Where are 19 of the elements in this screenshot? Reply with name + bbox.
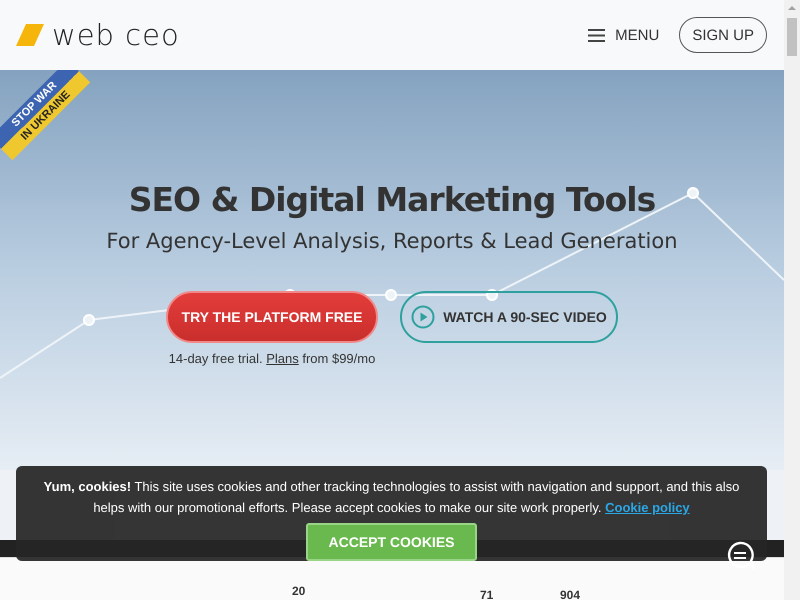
sign-up-button[interactable]: SIGN UP: [679, 17, 767, 53]
hero-title: SEO & Digital Marketing Tools: [128, 180, 656, 219]
scrollbar[interactable]: [784, 0, 800, 600]
try-platform-button[interactable]: TRY THE PLATFORM FREE: [166, 291, 378, 343]
metric-value: 71: [480, 588, 494, 600]
logo-text[interactable]: web ceo: [52, 18, 180, 52]
cookie-notice: Yum, cookies! This site uses cookies and other tracking technologies to assist with navigation and support, and this also helps with our promotional efforts. Please accept cookies to make our site work properly. Cookie policy: [42, 478, 740, 517]
logo-icon: [16, 24, 44, 46]
menu-button[interactable]: MENU: [584, 22, 664, 48]
trial-note: 14-day free trial. Plans from $99/mo: [168, 351, 376, 366]
watch-video-button[interactable]: WATCH A 90-SEC VIDEO: [400, 291, 618, 343]
play-icon: [411, 305, 436, 329]
metric-value: 904: [560, 588, 580, 600]
scroll-thumb[interactable]: [787, 18, 797, 56]
plans-link[interactable]: Plans: [266, 351, 299, 366]
menu-icon: [588, 28, 606, 42]
hero-subtitle: For Agency-Level Analysis, Reports & Lead Generation: [106, 229, 678, 253]
cookie-policy-link[interactable]: Cookie policy: [605, 500, 690, 515]
metric-value: 20: [292, 584, 306, 598]
